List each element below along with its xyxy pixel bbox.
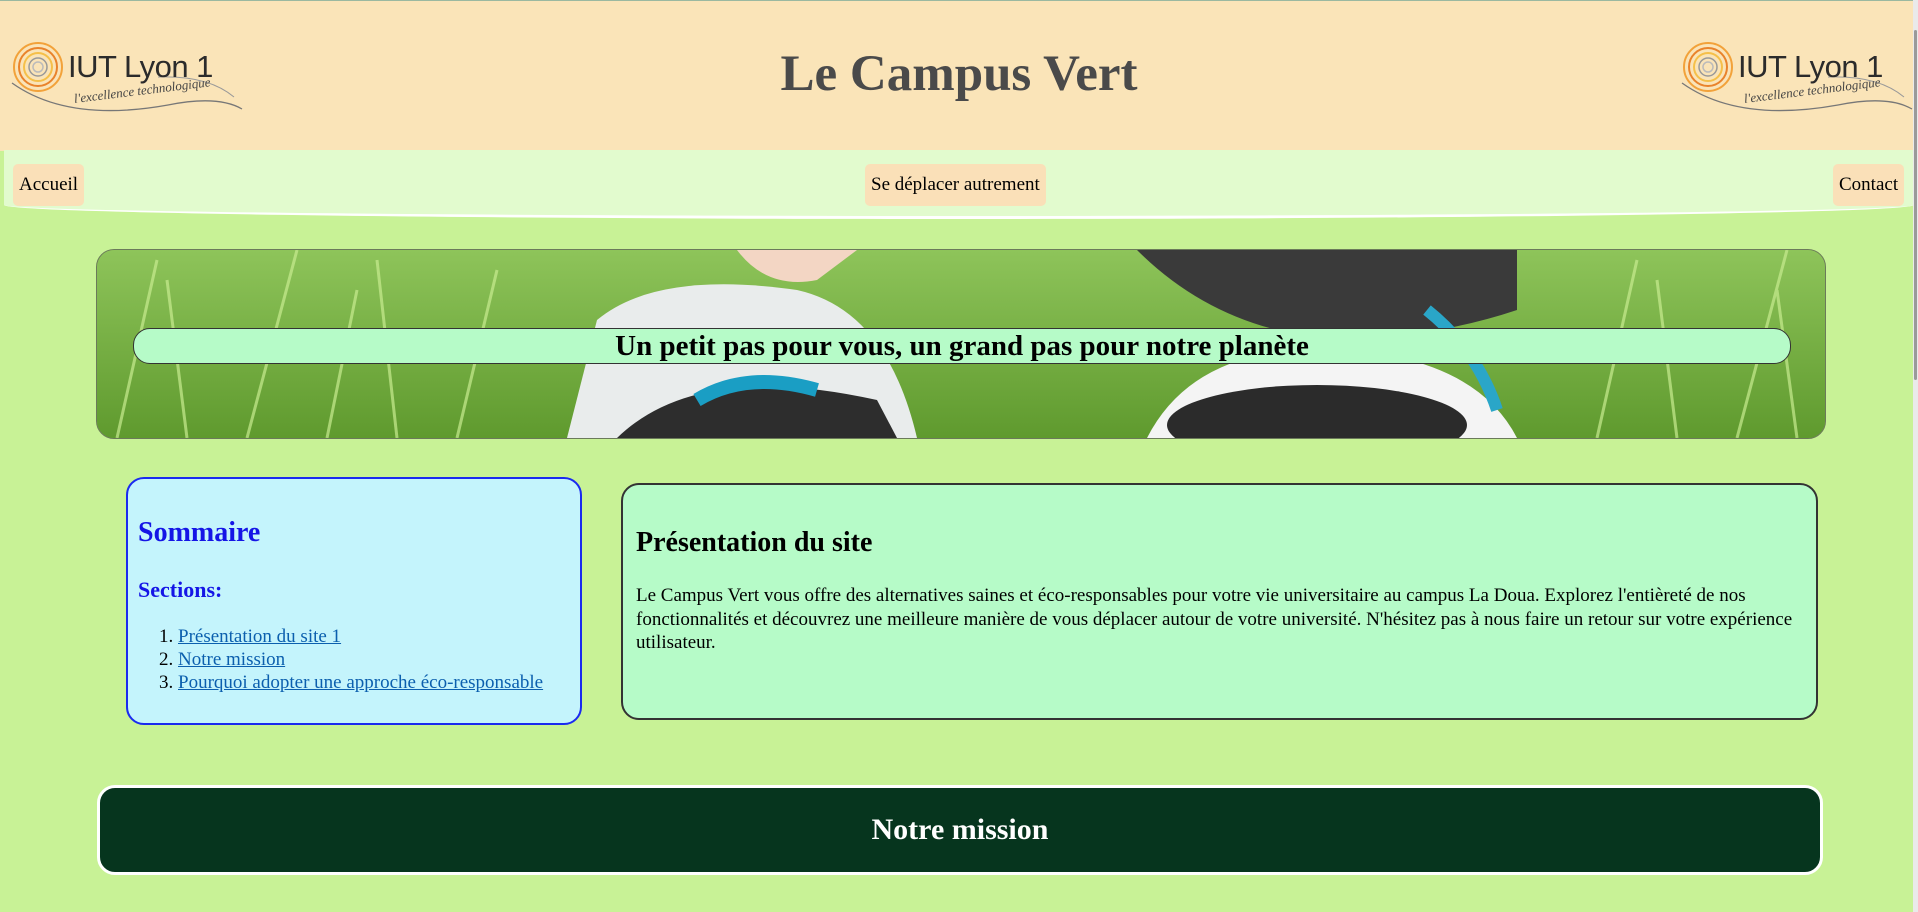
mission-title: Notre mission bbox=[871, 813, 1049, 846]
iut-lyon1-logo-icon[interactable]: IUT Lyon 1 l'excellence technologique bbox=[1678, 31, 1914, 121]
presentation-section: Présentation du site Le Campus Vert vous… bbox=[621, 483, 1818, 720]
page-title: Le Campus Vert bbox=[780, 46, 1138, 102]
banner-slogan: Un petit pas pour vous, un grand pas pou… bbox=[133, 328, 1791, 364]
sommaire-panel: Sommaire Sections: Présentation du site … bbox=[126, 477, 582, 725]
sommaire-subtitle: Sections: bbox=[138, 577, 223, 602]
sommaire-link-mission[interactable]: Notre mission bbox=[178, 649, 285, 670]
list-item: Présentation du site 1 bbox=[178, 625, 543, 648]
nav-contact-button[interactable]: Contact bbox=[1833, 164, 1905, 206]
main-nav: Accueil Se déplacer autrement Contact bbox=[4, 150, 1914, 219]
list-item: Notre mission bbox=[178, 648, 543, 671]
sommaire-link-presentation[interactable]: Présentation du site 1 bbox=[178, 626, 341, 647]
list-item: Pourquoi adopter une approche éco-respon… bbox=[178, 671, 543, 694]
sommaire-link-eco-responsable[interactable]: Pourquoi adopter une approche éco-respon… bbox=[178, 672, 543, 693]
mission-section: Notre mission bbox=[97, 785, 1823, 875]
presentation-text: Le Campus Vert vous offre des alternativ… bbox=[636, 585, 1793, 653]
nav-se-deplacer-button[interactable]: Se déplacer autrement bbox=[865, 164, 1046, 206]
presentation-title: Présentation du site bbox=[636, 527, 873, 558]
sommaire-list: Présentation du site 1 Notre mission Pou… bbox=[138, 625, 543, 694]
site-header: IUT Lyon 1 l'excellence technologique Le… bbox=[0, 0, 1918, 151]
hero-banner: Un petit pas pour vous, un grand pas pou… bbox=[96, 249, 1826, 439]
sommaire-title: Sommaire bbox=[138, 517, 261, 548]
nav-accueil-button[interactable]: Accueil bbox=[13, 164, 85, 206]
scrollbar-thumb[interactable] bbox=[1914, 30, 1917, 380]
